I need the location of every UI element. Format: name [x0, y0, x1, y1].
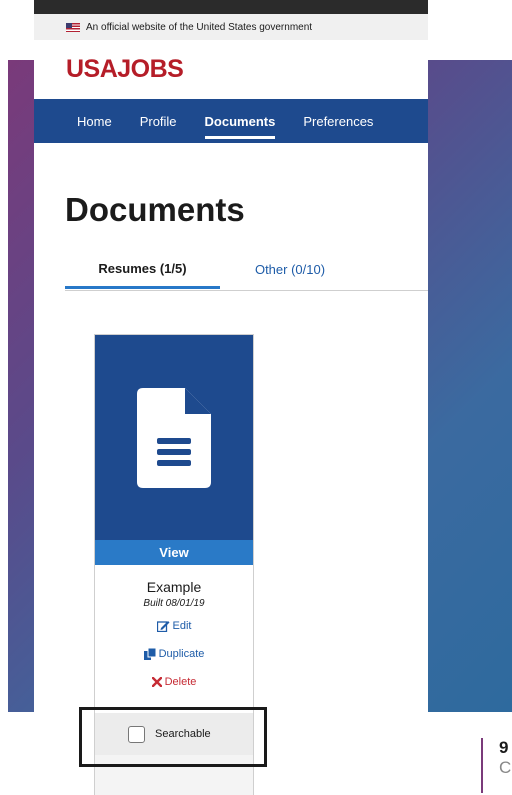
highlight-annotation	[79, 707, 267, 767]
resume-built-date: Built 08/01/19	[143, 598, 205, 609]
page-title: Documents	[65, 191, 245, 228]
resume-details: Example Built 08/01/19 Edit Duplicate De…	[95, 565, 253, 713]
delete-link[interactable]: Delete	[151, 671, 197, 693]
main-nav: Home Profile Documents Preferences	[34, 99, 428, 143]
nav-profile[interactable]: Profile	[140, 99, 177, 143]
header: USAJOBS	[34, 40, 428, 99]
duplicate-label: Duplicate	[158, 648, 205, 660]
fragment-subtitle: C	[499, 758, 512, 777]
nav-home[interactable]: Home	[77, 99, 112, 143]
fragment-title: 9	[499, 738, 509, 757]
resume-name: Example	[146, 579, 202, 595]
nav-documents[interactable]: Documents	[204, 99, 275, 143]
nav-preferences[interactable]: Preferences	[303, 99, 373, 143]
gov-banner: An official website of the United States…	[34, 14, 428, 40]
device-top-bar	[34, 0, 428, 14]
tab-resumes[interactable]: Resumes (1/5)	[65, 250, 220, 289]
edit-label: Edit	[172, 620, 192, 632]
edit-icon	[156, 621, 170, 632]
gov-banner-text: An official website of the United States…	[86, 21, 313, 33]
duplicate-icon	[143, 648, 156, 660]
tab-other[interactable]: Other (0/10)	[220, 250, 360, 288]
document-icon	[137, 387, 211, 488]
adjacent-panel-fragment: 9 C	[481, 738, 512, 793]
close-icon	[151, 677, 162, 687]
edit-link[interactable]: Edit	[156, 615, 192, 637]
document-tabs: Resumes (1/5) Other (0/10)	[65, 250, 428, 291]
duplicate-link[interactable]: Duplicate	[143, 643, 205, 665]
view-button[interactable]: View	[95, 540, 253, 565]
delete-label: Delete	[164, 676, 197, 688]
resume-thumbnail[interactable]	[95, 335, 253, 540]
us-flag-icon	[66, 22, 80, 32]
usajobs-logo[interactable]: USAJOBS	[66, 55, 184, 84]
